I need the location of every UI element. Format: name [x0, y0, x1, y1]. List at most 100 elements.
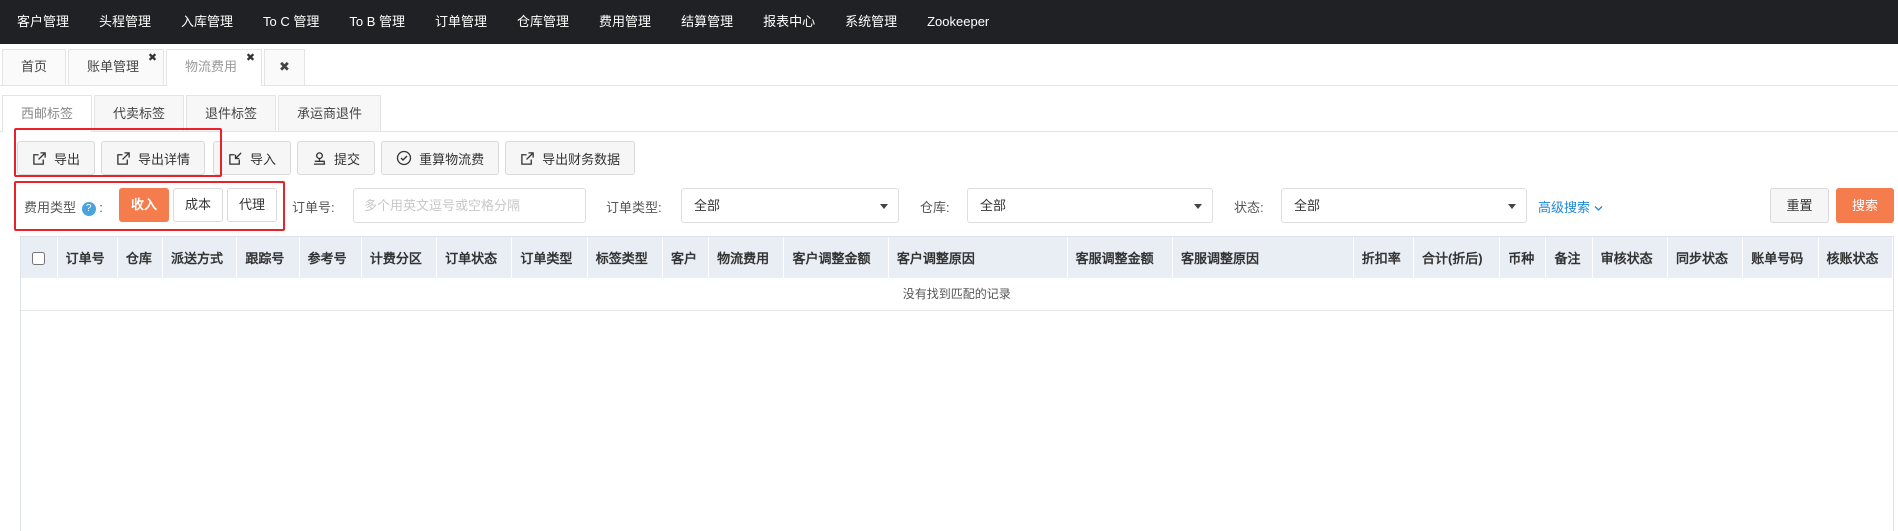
- warehouse-select[interactable]: 全部: [967, 188, 1213, 223]
- stamp-icon: [313, 151, 326, 165]
- column-header[interactable]: 物流费用: [708, 237, 785, 278]
- export-icon: [521, 151, 534, 165]
- column-header[interactable]: 订单类型: [511, 237, 588, 278]
- column-header[interactable]: 备注: [1545, 237, 1593, 278]
- select-all-checkbox-cell: [21, 237, 58, 278]
- select-all-checkbox[interactable]: [32, 252, 46, 266]
- status-value: 全部: [1294, 198, 1321, 213]
- export-finance-button[interactable]: 导出财务数据: [505, 141, 636, 175]
- fee-type-cost-button[interactable]: 成本: [173, 188, 223, 222]
- advanced-search-label: 高级搜索: [1538, 200, 1591, 215]
- tab-consignment-label[interactable]: 代卖标签: [94, 95, 185, 131]
- order-type-select[interactable]: 全部: [681, 188, 899, 223]
- column-header[interactable]: 审核状态: [1592, 237, 1668, 278]
- nav-settlement[interactable]: 结算管理: [666, 0, 748, 44]
- column-header[interactable]: 折扣率: [1353, 237, 1414, 278]
- page-tabs: 首页 账单管理 ✖ 物流费用 ✖ ✖: [0, 44, 1898, 86]
- nav-customer[interactable]: 客户管理: [2, 0, 84, 44]
- close-all-tabs-button[interactable]: ✖: [264, 49, 305, 85]
- submit-label: 提交: [334, 151, 361, 167]
- warehouse-value: 全部: [980, 198, 1007, 213]
- import-label: 导入: [250, 151, 277, 167]
- export-finance-label: 导出财务数据: [542, 151, 621, 167]
- column-header[interactable]: 仓库: [117, 237, 164, 278]
- column-header[interactable]: 客服调整原因: [1172, 237, 1354, 278]
- data-table: 订单号 仓库 派送方式 跟踪号 参考号 计费分区 订单状态 订单类型 标签类型 …: [20, 236, 1894, 531]
- tab-xiyou-label[interactable]: 西邮标签: [2, 95, 93, 132]
- column-header[interactable]: 跟踪号: [236, 237, 300, 278]
- column-header[interactable]: 核账状态: [1818, 237, 1894, 278]
- advanced-search-link[interactable]: 高级搜索: [1538, 197, 1603, 216]
- recalc-fee-button[interactable]: 重算物流费: [381, 141, 500, 175]
- fee-type-label: 费用类型 ? :: [24, 200, 103, 216]
- column-header[interactable]: 合计(折后): [1413, 237, 1501, 278]
- column-header[interactable]: 计费分区: [361, 237, 438, 278]
- order-no-input[interactable]: [353, 188, 586, 223]
- export-detail-button[interactable]: 导出详情: [101, 141, 206, 175]
- nav-to-b[interactable]: To B 管理: [334, 0, 420, 44]
- chevron-down-icon: [1594, 206, 1603, 211]
- status-label: 状态:: [1234, 200, 1264, 215]
- page-tab-home[interactable]: 首页: [2, 49, 67, 85]
- column-header[interactable]: 币种: [1499, 237, 1547, 278]
- nav-first-leg[interactable]: 头程管理: [84, 0, 166, 44]
- column-header[interactable]: 标签类型: [587, 237, 664, 278]
- page-tab-label: 首页: [21, 59, 48, 74]
- tab-return-label[interactable]: 退件标签: [186, 95, 277, 131]
- page-tab-label: 物流费用: [185, 59, 238, 74]
- column-header[interactable]: 同步状态: [1667, 237, 1744, 278]
- fee-type-agent-button[interactable]: 代理: [227, 188, 277, 222]
- order-type-value: 全部: [694, 198, 721, 213]
- nav-system[interactable]: 系统管理: [830, 0, 912, 44]
- table-empty-row: 没有找到匹配的记录: [21, 278, 1893, 311]
- status-select[interactable]: 全部: [1281, 188, 1527, 223]
- nav-orders[interactable]: 订单管理: [420, 0, 502, 44]
- close-icon[interactable]: ✖: [148, 51, 157, 65]
- import-icon: [229, 151, 242, 165]
- search-button[interactable]: 搜索: [1836, 188, 1894, 223]
- toolbar: 导出 导出详情 导入 提交 重算物流费 导出财务数据: [17, 141, 636, 175]
- close-icon[interactable]: ✖: [246, 51, 255, 65]
- top-nav: 客户管理 头程管理 入库管理 To C 管理 To B 管理 订单管理 仓库管理…: [0, 0, 1898, 44]
- column-header[interactable]: 账单号码: [1742, 237, 1819, 278]
- page-tab-logistics-fee[interactable]: 物流费用 ✖: [166, 49, 263, 86]
- column-header[interactable]: 客户调整金额: [783, 237, 889, 278]
- export-icon: [117, 151, 130, 165]
- order-type-label: 订单类型:: [606, 200, 662, 215]
- export-button[interactable]: 导出: [17, 141, 96, 175]
- nav-warehouse[interactable]: 仓库管理: [502, 0, 584, 44]
- empty-message: 没有找到匹配的记录: [21, 278, 1893, 311]
- export-label: 导出: [54, 151, 81, 167]
- chevron-down-icon: [1194, 204, 1202, 209]
- column-header[interactable]: 客户调整原因: [888, 237, 1068, 278]
- export-detail-label: 导出详情: [138, 151, 191, 167]
- column-header[interactable]: 客户: [662, 237, 710, 278]
- table-header-row: 订单号 仓库 派送方式 跟踪号 参考号 计费分区 订单状态 订单类型 标签类型 …: [21, 237, 1894, 278]
- column-header[interactable]: 参考号: [299, 237, 362, 278]
- nav-zookeeper[interactable]: Zookeeper: [912, 0, 1004, 44]
- nav-reports[interactable]: 报表中心: [748, 0, 830, 44]
- order-no-label: 订单号:: [292, 200, 335, 215]
- fee-type-income-button[interactable]: 收入: [119, 188, 169, 222]
- tab-carrier-return[interactable]: 承运商退件: [278, 95, 382, 131]
- sub-tabs: 西邮标签 代卖标签 退件标签 承运商退件: [0, 95, 1898, 132]
- check-circle-icon: [396, 150, 412, 166]
- column-header[interactable]: 客服调整金额: [1067, 237, 1174, 278]
- nav-inbound[interactable]: 入库管理: [166, 0, 248, 44]
- filter-bar: 费用类型 ? : 收入 成本 代理 订单号: 订单类型: 全部 仓库: 全部 状…: [0, 188, 1898, 224]
- help-icon[interactable]: ?: [81, 201, 96, 216]
- page-tab-bills[interactable]: 账单管理 ✖: [68, 49, 165, 85]
- chevron-down-icon: [1508, 204, 1516, 209]
- column-header[interactable]: 订单号: [57, 237, 118, 278]
- submit-button[interactable]: 提交: [297, 141, 376, 175]
- warehouse-label: 仓库:: [920, 200, 950, 215]
- column-header[interactable]: 订单状态: [436, 237, 513, 278]
- nav-to-c[interactable]: To C 管理: [248, 0, 334, 44]
- reset-button[interactable]: 重置: [1770, 188, 1829, 223]
- column-header[interactable]: 派送方式: [162, 237, 238, 278]
- import-button[interactable]: 导入: [213, 141, 292, 175]
- recalc-fee-label: 重算物流费: [419, 151, 485, 167]
- chevron-down-icon: [880, 204, 888, 209]
- nav-fees[interactable]: 费用管理: [584, 0, 666, 44]
- export-icon: [33, 151, 46, 165]
